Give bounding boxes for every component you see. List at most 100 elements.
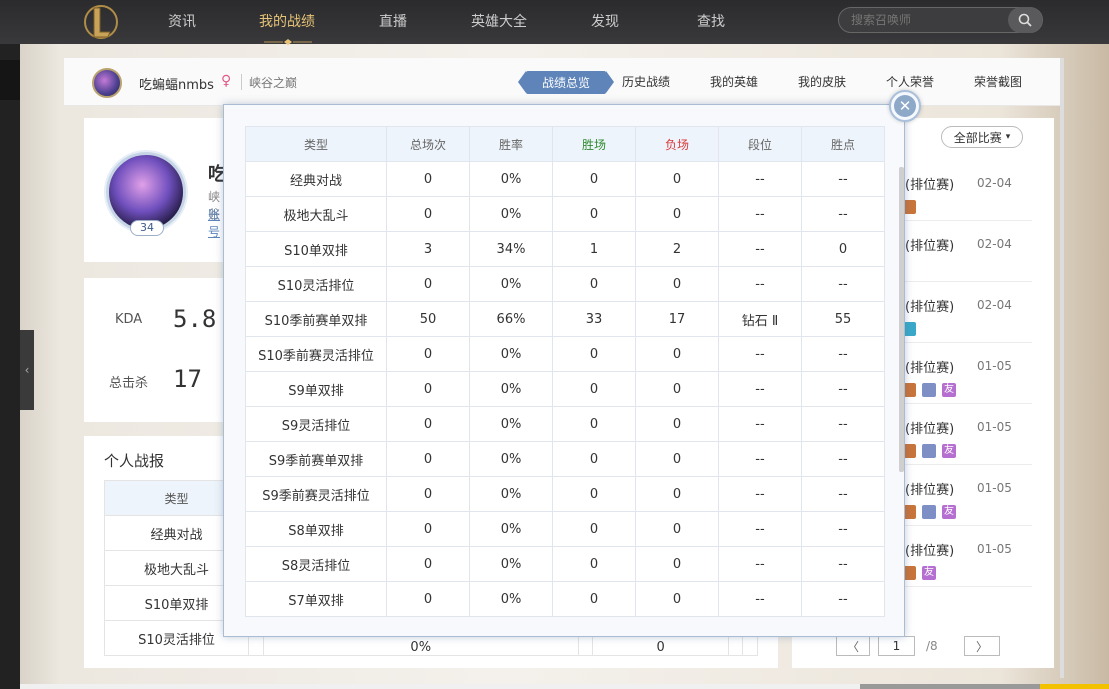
table-row: S8灵活排位 0 0% 0 0 -- -- [245, 546, 885, 582]
active-nav-indicator [264, 39, 312, 45]
left-sidebar-strip [0, 44, 20, 689]
table-cell: 0 [386, 441, 470, 477]
tab-my-skins[interactable]: 我的皮肤 [798, 73, 846, 90]
tab-history[interactable]: 历史战绩 [622, 73, 670, 90]
table-cell: 0 [635, 161, 719, 197]
table-cell: 0 [552, 511, 636, 547]
match-date: 02-04 [977, 176, 1012, 190]
table-cell: -- [718, 441, 802, 477]
table-cell: -- [718, 196, 802, 232]
table-cell: 0% [469, 371, 553, 407]
match-tag-icon [922, 505, 936, 519]
table-cell: 0% [469, 511, 553, 547]
table-cell: -- [718, 546, 802, 582]
page-scrollbar[interactable] [1060, 58, 1064, 678]
page-number-input[interactable]: 1 [878, 636, 915, 656]
friend-tag: 友 [922, 566, 936, 580]
overview-modal: 类型 总场次 胜率 胜场 负场 段位 胜点 经典对战 0 0% 0 0 -- -- 极地大乱斗 0 0% 0 0 --… [223, 104, 905, 637]
table-row: S10季前赛单双排 50 66% 33 17 钻石 Ⅱ 55 [245, 301, 885, 337]
table-row: S9季前赛灵活排位 0 0% 0 0 -- -- [245, 476, 885, 512]
table-cell: 0 [635, 406, 719, 442]
table-cell: S9单双排 [245, 371, 387, 407]
table-row: S7单双排 0 0% 0 0 -- -- [245, 581, 885, 617]
username: 吃蝙蝠nmbs [139, 78, 214, 93]
bottom-bar [20, 684, 1109, 689]
match-date: 01-05 [977, 481, 1012, 495]
table-cell: 0 [386, 266, 470, 302]
table-header-cell: 胜场 [552, 126, 636, 162]
table-cell: 0 [635, 476, 719, 512]
nav-my-record[interactable]: 我的战绩 [259, 11, 315, 31]
table-cell: 34% [469, 231, 553, 267]
table-cell: -- [801, 336, 885, 372]
chevron-down-icon: ▾ [1005, 132, 1011, 142]
collapse-sidebar-button[interactable]: ‹ [20, 330, 34, 410]
match-mode: (排位赛) [905, 544, 955, 559]
table-cell: 0% [469, 266, 553, 302]
table-row: S10季前赛灵活排位 0 0% 0 0 -- -- [245, 336, 885, 372]
close-modal-button[interactable]: ✕ [889, 90, 921, 122]
table-cell: -- [718, 406, 802, 442]
tab-honors[interactable]: 个人荣誉 [886, 73, 934, 90]
table-cell: S9季前赛单双排 [245, 441, 387, 477]
table-cell: 0 [386, 336, 470, 372]
table-cell: -- [718, 511, 802, 547]
kda-label: KDA [115, 312, 143, 327]
friend-tag: 友 [942, 444, 956, 458]
table-cell: S9灵活排位 [245, 406, 387, 442]
table-cell: -- [801, 546, 885, 582]
table-cell: 经典对战 [245, 161, 387, 197]
table-cell: 0 [386, 546, 470, 582]
table-cell: 55 [801, 301, 885, 337]
table-cell: S10单双排 [245, 231, 387, 267]
nav-heroes[interactable]: 英雄大全 [471, 11, 527, 31]
table-cell: S8灵活排位 [245, 546, 387, 582]
search-button[interactable] [1008, 7, 1042, 33]
chevron-left-icon: ‹ [24, 363, 30, 377]
tab-overview[interactable]: 战绩总览 [517, 71, 615, 94]
match-mode: (排位赛) [905, 239, 955, 254]
table-row: 经典对战 0 0% 0 0 -- -- [245, 161, 885, 197]
nav-news[interactable]: 资讯 [168, 11, 196, 31]
table-header-cell: 段位 [718, 126, 802, 162]
avatar[interactable] [92, 68, 122, 98]
table-cell: -- [801, 266, 885, 302]
search-input[interactable] [851, 11, 1011, 29]
stats-card: KDA 5.8 总击杀 17 [84, 278, 224, 422]
table-cell: 0 [386, 196, 470, 232]
server-name: 峡谷之巅 [249, 76, 298, 90]
table-cell: 0 [635, 546, 719, 582]
modal-scrollbar[interactable] [899, 167, 904, 472]
kills-label: 总击杀 [109, 376, 149, 391]
account-link-partial[interactable]: 账号 [208, 206, 224, 240]
table-cell: 0 [552, 546, 636, 582]
match-mode: (排位赛) [905, 422, 955, 437]
table-cell: -- [718, 266, 802, 302]
table-cell: 极地大乱斗 [245, 196, 387, 232]
table-cell: 0 [635, 581, 719, 617]
close-icon: ✕ [894, 95, 916, 117]
next-page-button[interactable]: 〉 [964, 636, 1000, 656]
summoner-search [838, 7, 1043, 33]
table-header-cell: 总场次 [386, 126, 470, 162]
friend-tag: 友 [942, 505, 956, 519]
table-cell: 0% [469, 161, 553, 197]
table-cell: 0 [635, 371, 719, 407]
match-filter-dropdown[interactable]: 全部比赛 ▾ [941, 126, 1023, 148]
table-row: S9单双排 0 0% 0 0 -- -- [245, 371, 885, 407]
tab-my-heroes[interactable]: 我的英雄 [710, 73, 758, 90]
table-cell: 0 [552, 441, 636, 477]
table-cell: -- [801, 161, 885, 197]
lol-logo[interactable] [80, 0, 122, 44]
table-cell: S7单双排 [245, 581, 387, 617]
nav-discover[interactable]: 发现 [591, 11, 619, 31]
table-cell: 0 [635, 336, 719, 372]
nav-live[interactable]: 直播 [379, 11, 407, 31]
nav-search-page[interactable]: 查找 [697, 11, 725, 31]
table-cell: 0 [552, 196, 636, 232]
match-tag-icon [922, 383, 936, 397]
prev-page-button[interactable]: 〈 [836, 636, 870, 656]
table-cell: S8单双排 [245, 511, 387, 547]
table-cell: 0 [635, 196, 719, 232]
tab-honor-screenshots[interactable]: 荣誉截图 [974, 73, 1022, 90]
